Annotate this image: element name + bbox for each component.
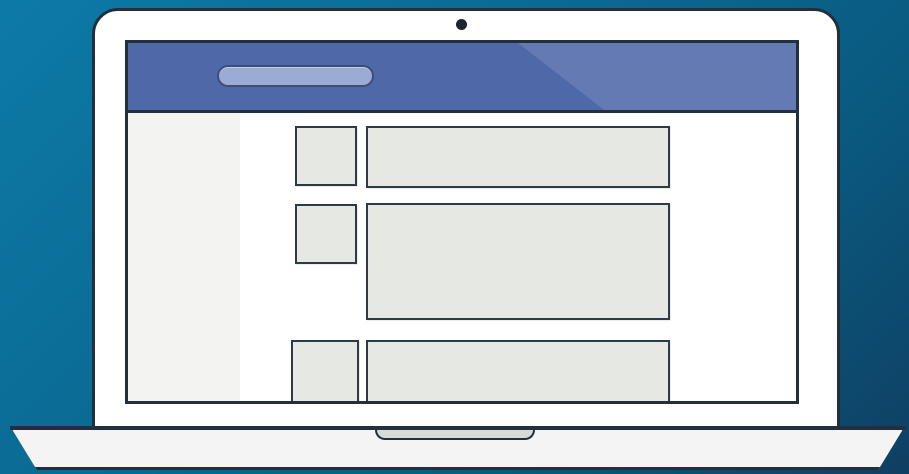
post-1-content-placeholder — [366, 126, 670, 188]
app-topbar — [128, 43, 796, 113]
search-bar-placeholder — [217, 65, 374, 87]
laptop-opening-notch — [375, 430, 535, 440]
post-3-avatar-placeholder — [291, 340, 359, 401]
laptop-screen — [125, 40, 799, 404]
post-1-avatar-placeholder — [295, 126, 357, 186]
post-3-content-placeholder — [366, 340, 670, 401]
post-2-avatar-placeholder — [295, 204, 357, 264]
webcam-icon — [456, 19, 467, 30]
laptop-illustration — [0, 0, 909, 474]
post-2-content-placeholder — [366, 203, 670, 320]
screen-glare — [518, 43, 796, 110]
left-sidebar — [128, 113, 240, 401]
